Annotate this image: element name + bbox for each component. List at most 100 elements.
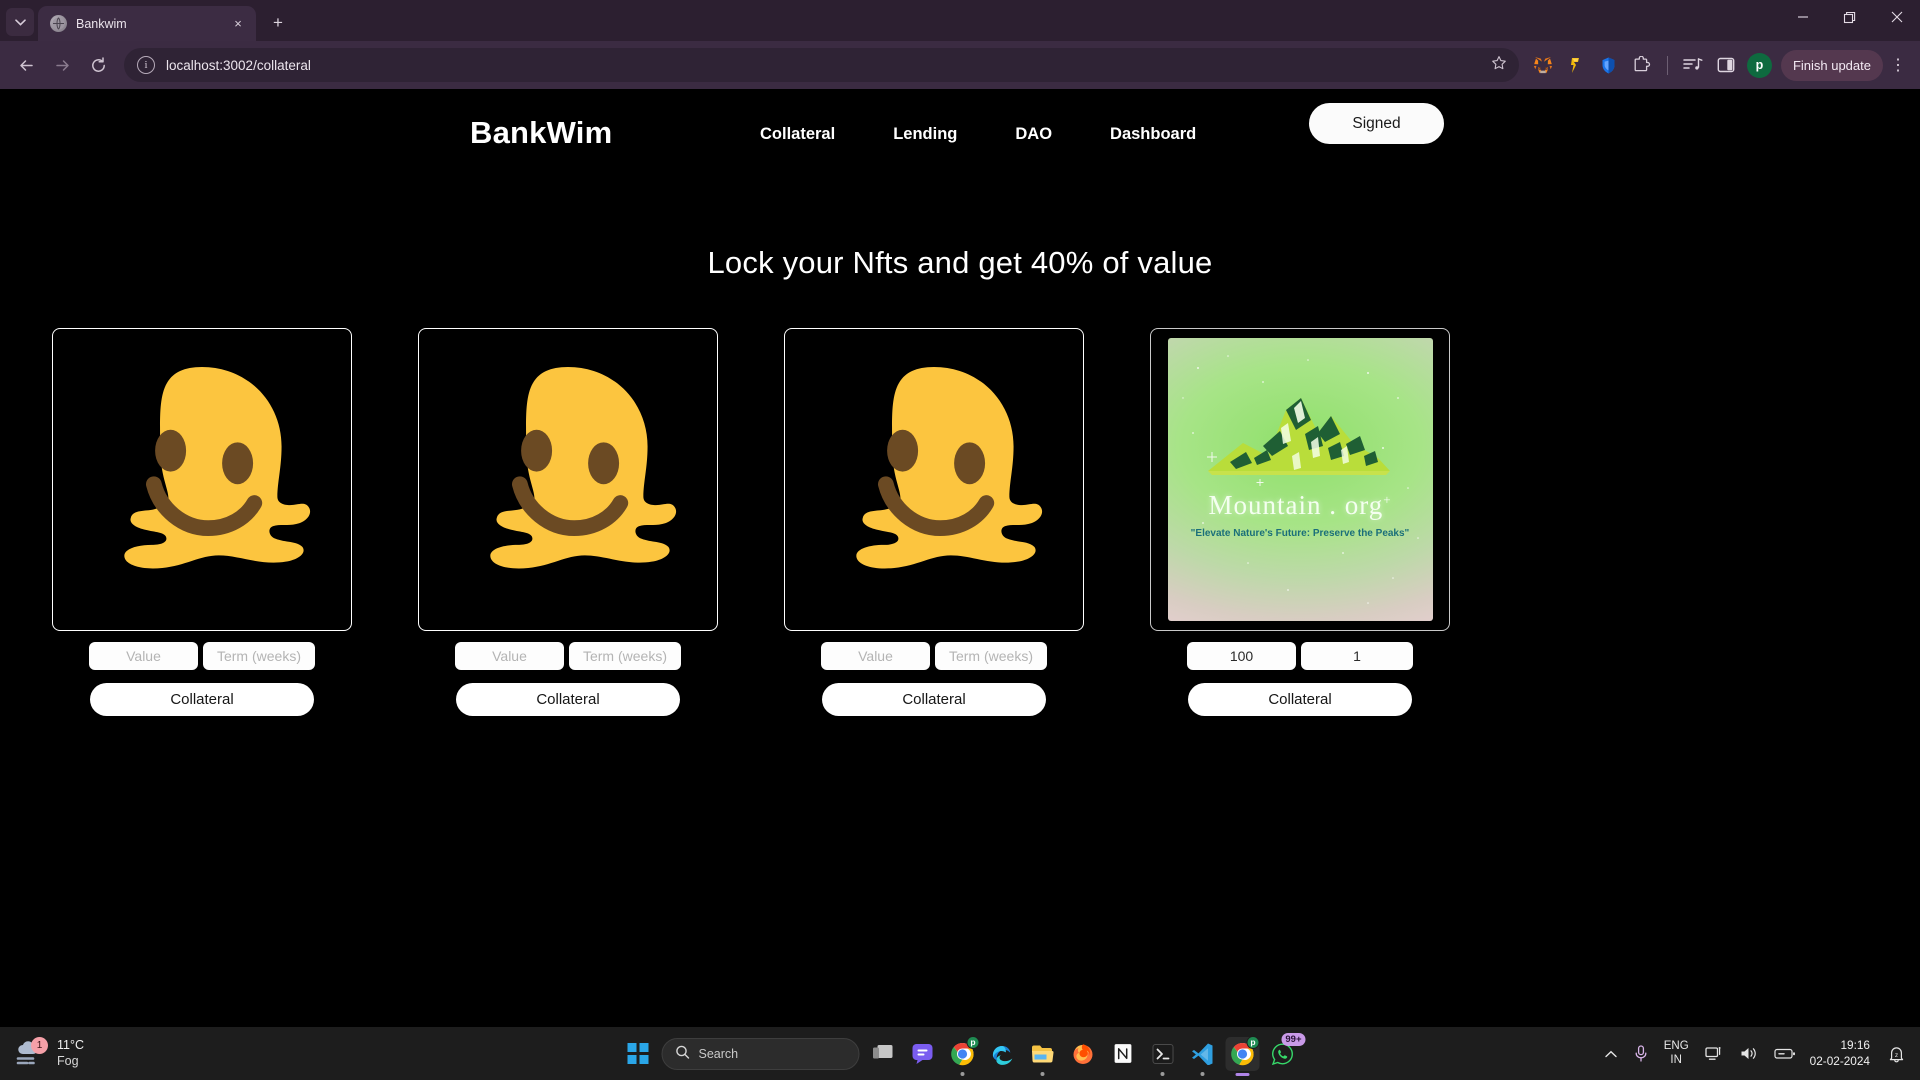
battery-icon[interactable] — [1767, 1035, 1803, 1073]
url-text: localhost:3002/collateral — [166, 57, 311, 73]
collateral-button[interactable]: Collateral — [456, 683, 680, 716]
nav-link-dao[interactable]: DAO — [1015, 125, 1052, 144]
back-icon[interactable] — [9, 48, 43, 82]
signed-button[interactable]: Signed — [1309, 103, 1444, 144]
collateral-button[interactable]: Collateral — [90, 683, 314, 716]
profile-avatar[interactable]: p — [1746, 52, 1772, 78]
value-input[interactable] — [455, 642, 564, 670]
language-code: ENG — [1663, 1040, 1689, 1053]
nft-art-frame[interactable] — [418, 328, 718, 631]
search-placeholder: Search — [698, 1046, 739, 1061]
value-input[interactable] — [89, 642, 198, 670]
term-weeks-input[interactable] — [203, 642, 315, 670]
new-tab-button[interactable]: + — [264, 9, 292, 37]
fog-cloud-icon: 1 — [14, 1036, 48, 1069]
extensions-puzzle-icon[interactable] — [1627, 50, 1657, 80]
whatsapp-icon[interactable]: 99+ — [1266, 1032, 1306, 1071]
address-bar[interactable]: i localhost:3002/collateral — [124, 48, 1519, 82]
weather-widget[interactable]: 1 11°C Fog — [0, 1036, 300, 1069]
value-input[interactable] — [1187, 642, 1296, 670]
nft-inputs — [1150, 642, 1450, 670]
site-navbar: BankWim Collateral Lending DAO Dashboard… — [0, 89, 1920, 177]
metamask-extension-icon[interactable] — [1528, 50, 1558, 80]
active-indicator — [1235, 1072, 1250, 1076]
tab-title: Bankwim — [76, 16, 127, 31]
bookmark-star-icon[interactable] — [1491, 55, 1507, 75]
file-explorer-icon[interactable] — [1026, 1037, 1060, 1076]
edge-icon[interactable] — [986, 1037, 1020, 1071]
mountain-title-text: Mountain . org — [1208, 490, 1384, 520]
nav-link-dashboard[interactable]: Dashboard — [1110, 125, 1196, 144]
nav-link-lending[interactable]: Lending — [893, 125, 957, 144]
tray-overflow-chevron-up-icon[interactable] — [1598, 1035, 1624, 1073]
nft-art-frame[interactable] — [52, 328, 352, 631]
taskbar-clock[interactable]: 19:16 02-02-2024 — [1806, 1038, 1878, 1069]
finish-update-button[interactable]: Finish update — [1780, 49, 1883, 81]
bell-dnd-icon[interactable]: z — [1881, 1035, 1912, 1073]
notion-icon[interactable] — [1106, 1037, 1140, 1071]
collateral-button[interactable]: Collateral — [1188, 683, 1412, 716]
page-headline: Lock your Nfts and get 40% of value — [707, 245, 1213, 280]
minimize-icon[interactable] — [1779, 0, 1826, 34]
chrome-icon[interactable]: p — [946, 1035, 980, 1076]
site-info-icon[interactable]: i — [137, 56, 155, 74]
blue-shield-extension-icon[interactable] — [1594, 50, 1624, 80]
reload-icon[interactable] — [81, 48, 115, 82]
task-view-icon[interactable] — [866, 1037, 900, 1071]
collateral-button[interactable]: Collateral — [822, 683, 1046, 716]
site-nav-links: Collateral Lending DAO Dashboard — [760, 125, 1196, 144]
weather-temperature: 11°C — [57, 1037, 85, 1052]
nft-card: Collateral — [418, 328, 718, 716]
vscode-icon[interactable] — [1186, 1037, 1220, 1076]
globe-icon — [50, 15, 67, 32]
maximize-restore-icon[interactable] — [1826, 0, 1873, 34]
nft-card-grid: Collateral Collateral — [0, 328, 1920, 716]
running-indicator — [1040, 1071, 1045, 1076]
nav-link-collateral[interactable]: Collateral — [760, 125, 835, 144]
network-icon[interactable] — [1698, 1035, 1730, 1073]
close-icon[interactable] — [1873, 0, 1920, 34]
teams-chat-icon[interactable] — [906, 1037, 940, 1071]
running-indicator — [1160, 1071, 1165, 1076]
close-icon[interactable]: × — [229, 15, 247, 33]
windows-start-icon[interactable] — [621, 1036, 656, 1071]
microphone-icon[interactable] — [1627, 1035, 1655, 1073]
browser-menu-icon[interactable]: ⋮ — [1885, 50, 1911, 80]
melting-face-emoji — [856, 366, 1043, 568]
chrome-active-icon[interactable]: p — [1225, 1035, 1260, 1076]
volume-icon[interactable] — [1733, 1035, 1764, 1073]
melting-face-emoji — [124, 366, 311, 568]
browser-window: Bankwim × + i localhost:3002/collateral … — [0, 0, 1920, 1080]
whatsapp-unread-badge: 99+ — [1281, 1032, 1306, 1046]
browser-tab[interactable]: Bankwim × — [38, 6, 256, 41]
taskbar-center: Search p p 99+ — [621, 1032, 1306, 1076]
clock-time: 19:16 — [1840, 1038, 1870, 1053]
terminal-icon[interactable] — [1146, 1037, 1180, 1076]
term-weeks-input[interactable] — [1301, 642, 1413, 670]
weather-badge: 1 — [31, 1036, 48, 1054]
mountain-title: Mountain . org+ — [1168, 490, 1433, 521]
mountain-tagline: "Elevate Nature's Future: Preserve the P… — [1190, 528, 1410, 539]
term-weeks-input[interactable] — [935, 642, 1047, 670]
value-input[interactable] — [821, 642, 930, 670]
windows-taskbar: 1 11°C Fog Search p p 99+ ENG IN 19:16 0… — [0, 1027, 1920, 1080]
nft-card: Collateral — [784, 328, 1084, 716]
site-logo[interactable]: BankWim — [470, 115, 612, 151]
forward-icon[interactable] — [45, 48, 79, 82]
weather-text: 11°C Fog — [57, 1038, 84, 1069]
page-content: BankWim Collateral Lending DAO Dashboard… — [0, 89, 1920, 1027]
running-indicator — [1200, 1071, 1205, 1076]
nft-art-frame[interactable] — [784, 328, 1084, 631]
gold-token-extension-icon[interactable] — [1561, 50, 1591, 80]
nft-art-frame[interactable]: Mountain . org+ "Elevate Nature's Future… — [1150, 328, 1450, 631]
taskbar-search-box[interactable]: Search — [661, 1037, 860, 1070]
side-panel-icon[interactable] — [1711, 50, 1741, 80]
input-language-indicator[interactable]: ENG IN — [1658, 1040, 1695, 1066]
weather-condition: Fog — [57, 1053, 79, 1068]
firefox-icon[interactable] — [1066, 1037, 1100, 1071]
term-weeks-input[interactable] — [569, 642, 681, 670]
tab-search-chevron-down-icon[interactable] — [6, 8, 34, 36]
reading-list-icon[interactable] — [1678, 50, 1708, 80]
svg-text:z: z — [1895, 1052, 1898, 1059]
mountain-title-sup: + — [1383, 492, 1392, 507]
